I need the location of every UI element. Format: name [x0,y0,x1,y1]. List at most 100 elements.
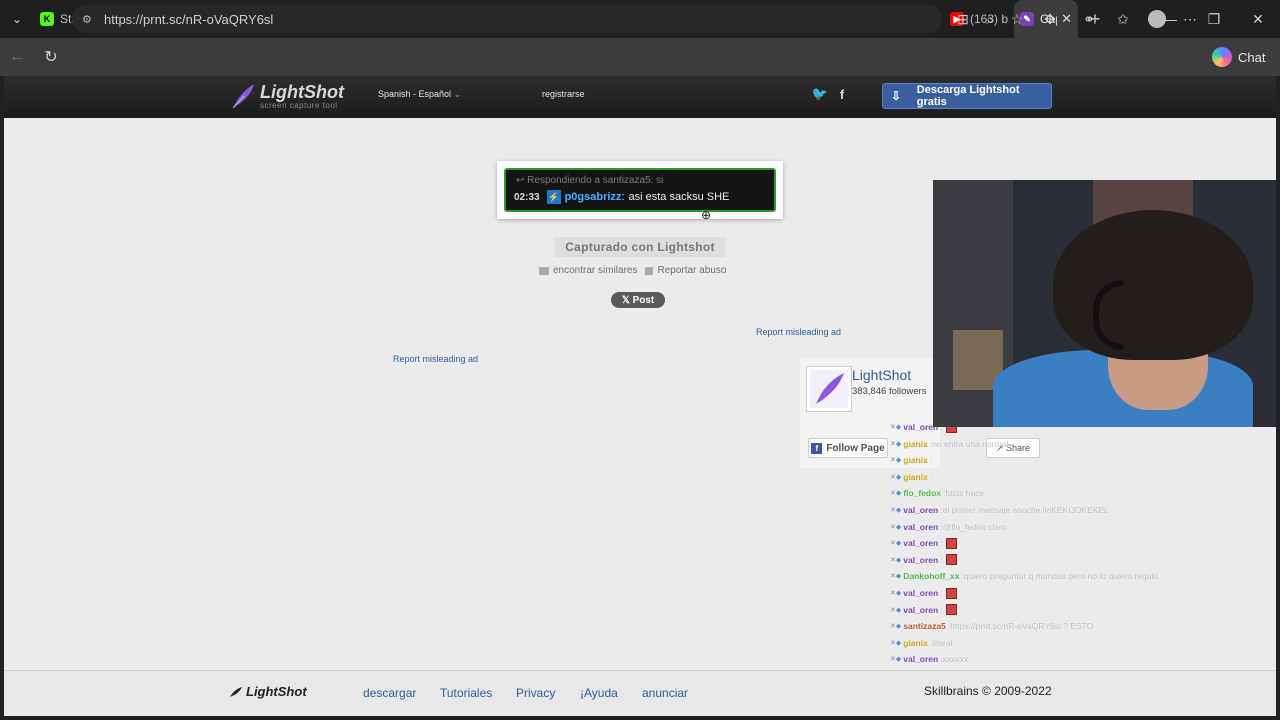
copilot-label: Chat [1238,49,1266,65]
footer-link-privacy[interactable]: Privacy [516,686,555,700]
chat-username: santizaza5 [903,621,946,632]
language-select[interactable]: Spanish - Español ⌄ [378,89,461,100]
webcam-person-hair [1053,210,1253,360]
chat-message-row: ✕◆val_oren: [890,587,957,599]
zoom-icon[interactable]: ⌕ [980,9,1000,29]
post-button[interactable]: 𝕏 Post [611,292,665,308]
camera-icon [539,266,549,275]
site-logo[interactable]: LightShot screen capture tool [230,82,344,110]
chat-text: xxxxxx [942,654,969,665]
navigation-bar: ← ↻ [0,38,1280,76]
find-similar-link[interactable]: encontrar similares [539,265,637,276]
address-bar[interactable]: ⚙ https://prnt.sc/nR-oVaQRY6sl [72,5,942,33]
chat-colon: : [940,538,943,549]
tab-search-icon[interactable]: ⌄ [0,0,34,38]
webcam-overlay [933,180,1276,427]
chat-username: flo_fedox [903,488,942,499]
chat-text: no entra una normal [932,438,1009,449]
url-text: https://prnt.sc/nR-oVaQRY6sl [104,11,274,27]
report-abuse-label: Reportar abuso [657,265,727,276]
close-icon[interactable]: ✕ [1061,11,1072,27]
chat-username: gianix [903,637,928,648]
x-logo-icon: 𝕏 [621,294,633,306]
chat-text: literal [932,637,953,648]
back-arrow-icon[interactable]: ← [0,38,34,76]
chat-badge-icon: ✕◆ [890,457,902,465]
report-abuse-link[interactable]: Reportar abuso [645,265,726,276]
lightshot-feather-icon [810,370,848,408]
chat-badge-icon: ✕◆ [890,440,902,448]
chat-badge-icon: ✕◆ [890,473,902,481]
chat-username: gianix [903,438,928,449]
chat-message-row: ✕◆ val_oren: el primer mensaje anoche lle… [890,504,1109,516]
site-info-icon[interactable]: ⚙ [82,13,96,26]
chat-text: el primer mensaje anoche lleKEKIJOKEKEL [942,505,1109,515]
chat-emote-icon [945,604,957,616]
report-ad-link[interactable]: Report misleading ad [756,327,841,337]
twitter-icon[interactable]: 🐦 [812,86,828,102]
favorite-star-icon[interactable]: ☆ [1007,9,1027,29]
copilot-icon [1212,47,1232,67]
chat-colon: : [929,455,933,466]
chat-message-row: ✕◆ Dankohoff_xx: quiero preguntar q manda… [890,570,1158,582]
post-label: Post [632,294,655,306]
footer-link-help[interactable]: ¡Ayuda [580,686,618,700]
chat-message-row: ✕◆val_oren: [890,554,957,566]
profile-avatar-icon[interactable] [1147,9,1167,29]
chat-username: val_oren [903,654,939,665]
chat-message-row: ✕◆ gianix: literal [890,637,953,649]
chat-badge-icon: ✕◆ [890,639,902,647]
chat-text: https://prnt.sc/nR-oVaQRY6sl ? ESTO [950,621,1094,632]
footer-logo[interactable]: LightShot [230,684,307,699]
followers-count: 383,846 followers [852,386,927,397]
page-name[interactable]: LightShot [852,367,911,383]
feather-icon [230,686,242,697]
find-similar-label: encontrar similares [553,265,638,276]
chat-username: val_oren [903,604,939,615]
chat-username: val_oren [903,521,939,532]
brand-tagline: screen capture tool [260,100,338,110]
more-options-icon[interactable]: ⋯ [1180,9,1200,29]
chat-username: val_oren [903,538,939,549]
chat-text: quiero preguntar q mandas pero no lo qui… [963,571,1159,582]
screenshot-image: ↩ Respondiendo a santizaza5: si 02:33 ⚡ … [504,168,776,212]
chat-badge-icon: ✕◆ [890,507,902,514]
chat-badge-icon: ✕◆ [890,623,902,631]
reload-icon[interactable]: ↻ [34,38,68,76]
window-close-icon[interactable]: ✕ [1236,0,1280,38]
footer-link-advertise[interactable]: anunciar [642,686,688,700]
chat-username: val_oren [903,588,939,598]
chat-badge-icon: ✕◆ [890,540,902,548]
favorites-list-icon[interactable]: ✩ [1113,9,1133,29]
image-actions: encontrar similares Reportar abuso [539,265,734,276]
chat-emote-icon [945,554,957,566]
split-screen-icon[interactable]: ⚭ [1079,9,1099,29]
lightshot-page: LightShot screen capture tool Spanish - … [4,76,1276,716]
chat-emote-icon [945,537,957,549]
footer-link-tutorials[interactable]: Tutoriales [440,686,492,700]
apps-icon[interactable]: ⊞ [953,9,973,29]
facebook-icon[interactable]: f [834,86,850,102]
download-icon: ⇩ [891,89,902,103]
trash-icon [645,266,654,275]
register-link[interactable]: registrarse [542,89,585,99]
zoom-cursor-icon: ⊕ [701,208,712,222]
screenshot-card[interactable]: ↩ Respondiendo a santizaza5: si 02:33 ⚡ … [497,161,783,219]
follow-page-button[interactable]: f Follow Page [808,438,888,458]
chat-message-row: ✕◆ gianix: no entra una normal [890,438,1008,450]
copilot-chat-button[interactable]: Chat [1212,44,1265,70]
chevron-down-icon: ⌄ [453,89,462,99]
chat-username: Dankohoff_xx [903,571,960,582]
footer-link-download[interactable]: descargar [363,686,416,700]
page-avatar[interactable] [806,366,852,412]
chat-message: 02:33 ⚡ p0gsabrizz : asi esta sacksu SHE [514,190,729,204]
site-footer: LightShot descargar Tutoriales Privacy ¡… [4,670,1276,716]
kick-icon: K [40,12,54,26]
chat-colon: : [940,588,943,598]
report-ad-link[interactable]: Report misleading ad [393,354,478,364]
chat-badge-icon: ✕◆ [890,490,902,498]
chat-badge-icon: ✕◆ [890,606,902,614]
extensions-icon[interactable]: ✥ [1040,9,1060,29]
chat-message-row: ✕◆ val_oren: xxxxxx [890,653,968,665]
download-button[interactable]: ⇩ Descarga Lightshot gratis [882,83,1052,109]
